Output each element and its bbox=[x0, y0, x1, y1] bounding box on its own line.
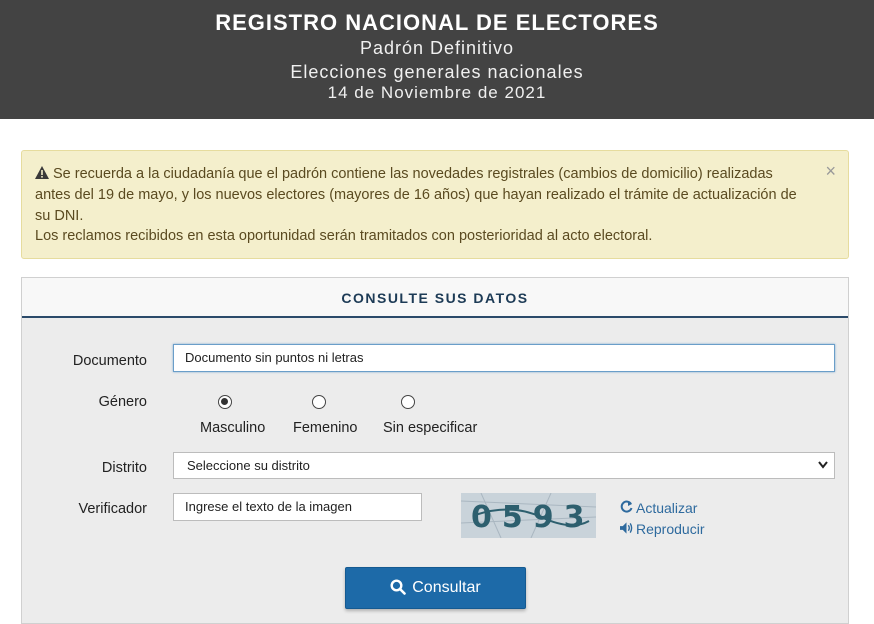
document-label: Documento bbox=[72, 353, 147, 369]
panel-title: CONSULTE SUS DATOS bbox=[341, 290, 529, 306]
page-title: REGISTRO NACIONAL DE ELECTORES bbox=[215, 10, 659, 35]
search-icon bbox=[390, 579, 407, 595]
gender-label: Género bbox=[98, 394, 147, 410]
play-label: Reproducir bbox=[636, 521, 705, 537]
verifier-input[interactable]: Ingrese el texto de la imagen bbox=[173, 493, 422, 521]
alert-text-2: Los reclamos recibidos en esta oportunid… bbox=[35, 228, 653, 244]
chevron-down-icon bbox=[818, 461, 828, 469]
district-selected-value: Seleccione su distrito bbox=[187, 458, 310, 473]
info-alert: Se recuerda a la ciudadanía que el padró… bbox=[21, 150, 849, 259]
document-input[interactable]: Documento sin puntos ni letras bbox=[173, 344, 835, 372]
district-select[interactable]: Seleccione su distrito bbox=[173, 452, 835, 479]
volume-icon bbox=[620, 522, 633, 534]
gender-option-label[interactable]: Femenino bbox=[293, 420, 357, 436]
election-date: 14 de Noviembre de 2021 bbox=[327, 83, 547, 102]
panel-header: CONSULTE SUS DATOS bbox=[22, 278, 848, 318]
captcha-text: 0593 bbox=[471, 500, 595, 535]
gender-option-label[interactable]: Masculino bbox=[200, 420, 265, 436]
page-header: REGISTRO NACIONAL DE ELECTORES Padrón De… bbox=[0, 0, 874, 119]
refresh-captcha-link[interactable]: Actualizar bbox=[620, 500, 697, 516]
gender-radio-masculino[interactable] bbox=[218, 395, 232, 409]
page-subtitle: Padrón Definitivo bbox=[359, 38, 515, 58]
gender-radio-sin-especificar[interactable] bbox=[401, 395, 415, 409]
gender-option-label[interactable]: Sin especificar bbox=[383, 420, 477, 436]
district-label: Distrito bbox=[101, 460, 147, 476]
verifier-label: Verificador bbox=[78, 501, 147, 517]
submit-button[interactable]: Consultar bbox=[345, 567, 526, 609]
election-name: Elecciones generales nacionales bbox=[290, 62, 584, 82]
warning-icon bbox=[35, 166, 49, 179]
gender-radio-femenino[interactable] bbox=[312, 395, 326, 409]
refresh-icon bbox=[620, 500, 633, 513]
captcha-image: 0593 bbox=[461, 493, 596, 538]
refresh-label: Actualizar bbox=[636, 500, 698, 516]
close-icon[interactable]: × bbox=[825, 161, 836, 182]
query-panel: CONSULTE SUS DATOS Documento Documento s… bbox=[21, 277, 849, 624]
alert-text-1: Se recuerda a la ciudadanía que el padró… bbox=[35, 166, 797, 224]
submit-label: Consultar bbox=[412, 579, 481, 596]
play-audio-link[interactable]: Reproducir bbox=[620, 521, 704, 537]
